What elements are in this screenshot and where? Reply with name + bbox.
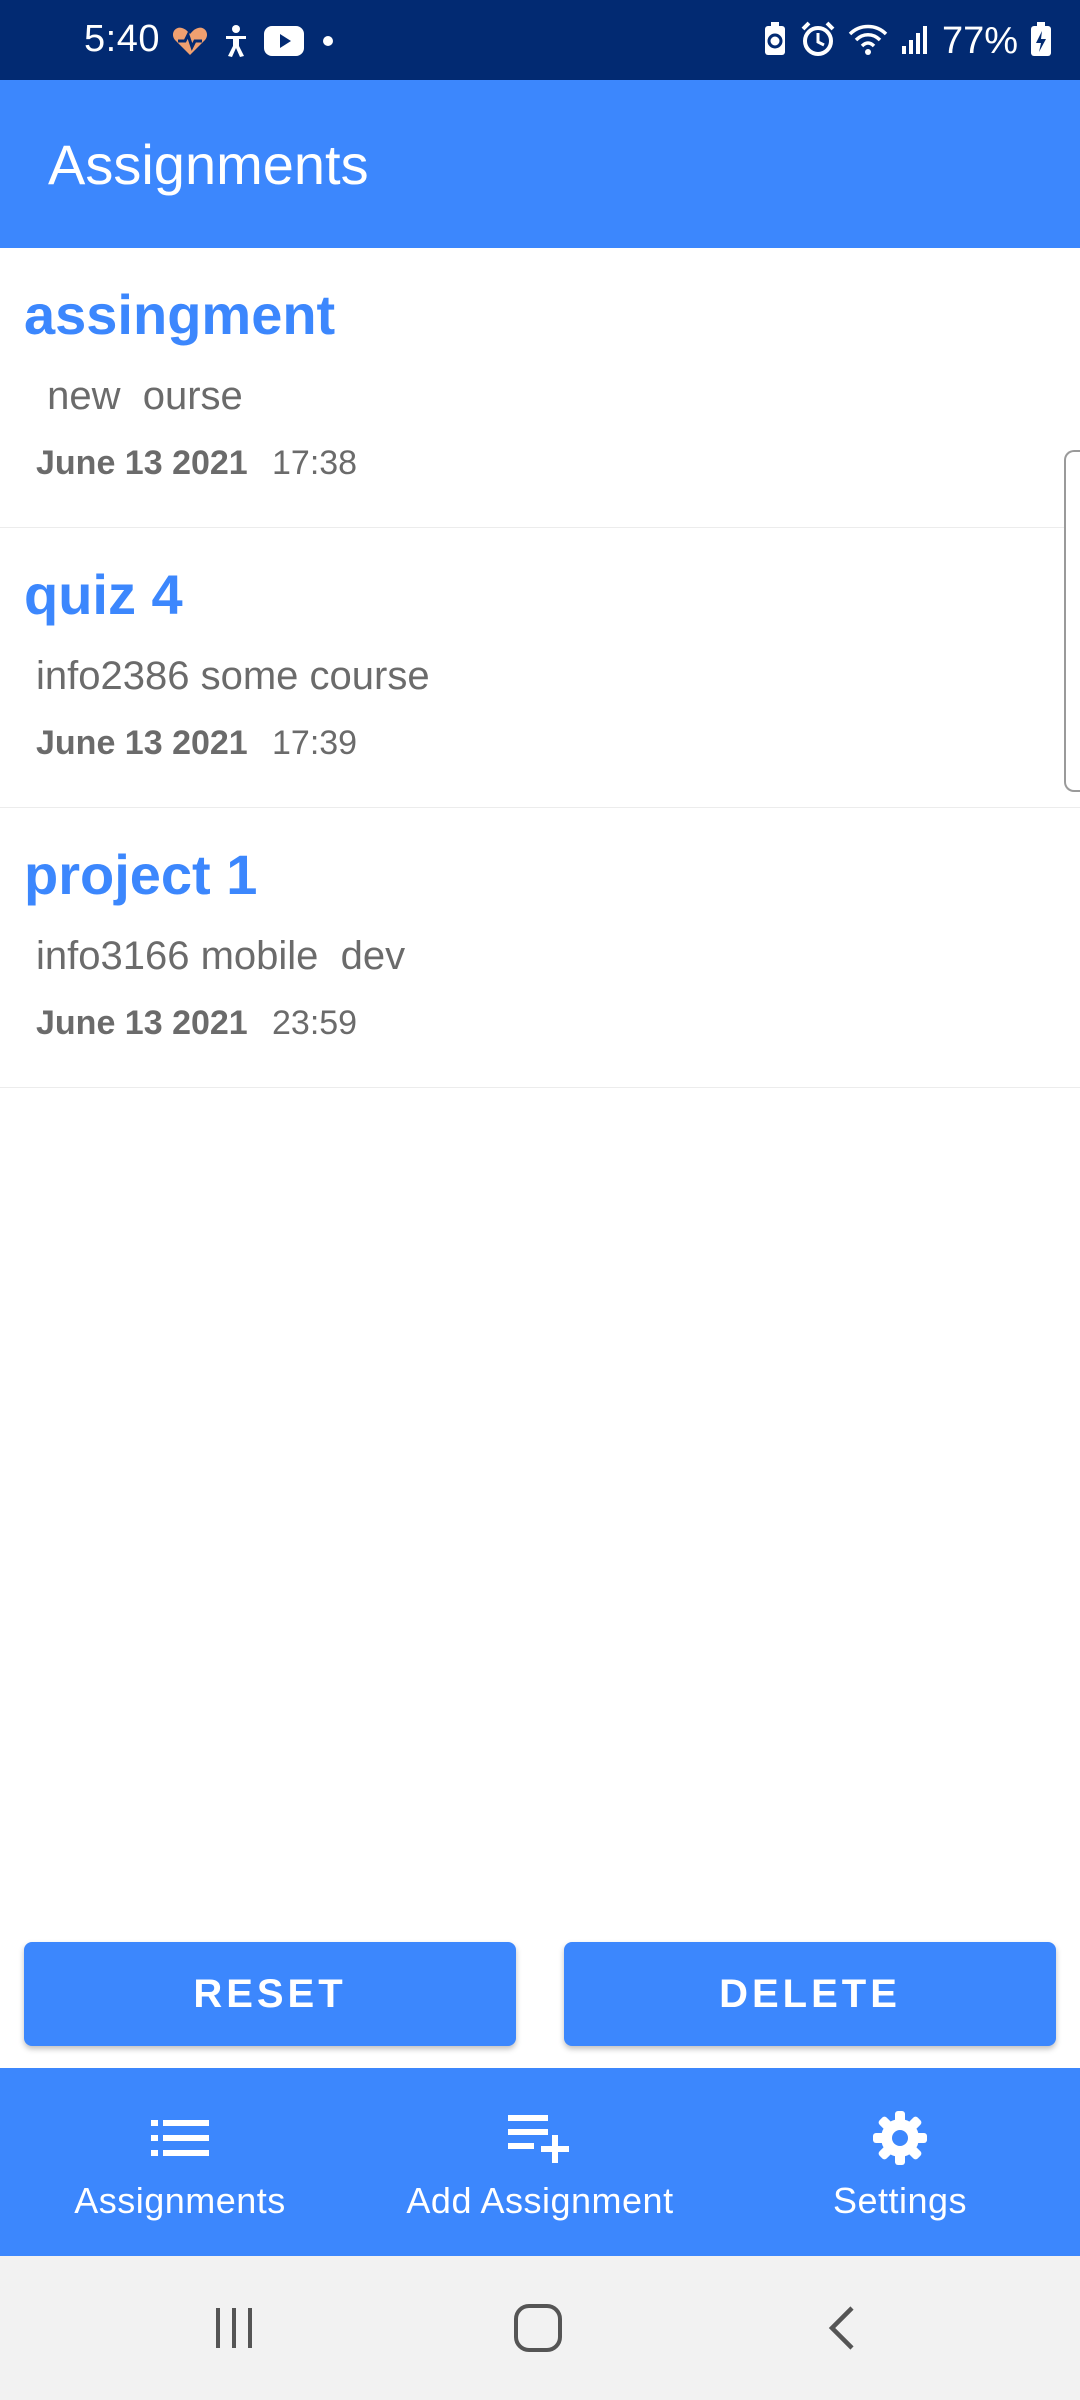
screen: 5:40 77% Assignments assingment new ours… [0, 0, 1080, 2400]
alarm-icon [800, 21, 836, 62]
status-left-icons [172, 24, 338, 63]
assignment-title: quiz 4 [24, 563, 183, 626]
page-title: Assignments [48, 133, 369, 196]
battery-saver-icon [762, 21, 788, 62]
system-nav-bar [0, 2256, 1080, 2400]
assignment-date: June 13 2021 [36, 724, 248, 762]
nav-label: Settings [832, 2180, 968, 2221]
assignment-list: assingment new ourse June 13 2021 17:38 … [0, 248, 1080, 1088]
assignment-title: project 1 [24, 843, 258, 906]
assignment-date: June 13 2021 [36, 444, 248, 482]
scroll-handle[interactable] [1064, 450, 1080, 792]
app-bar: Assignments [0, 80, 1080, 248]
recents-icon[interactable] [210, 2300, 262, 2361]
assignment-card[interactable]: quiz 4 info2386 some course June 13 2021… [0, 528, 1080, 808]
heart-rate-icon [172, 25, 208, 62]
nav-item-assignments[interactable]: Assignments [0, 2068, 360, 2256]
assignment-time: 23:59 [272, 1004, 358, 1042]
assignment-course: info3166 mobile dev [36, 934, 406, 978]
status-bar: 5:40 77% [0, 0, 1080, 80]
delete-button[interactable]: DELETE [564, 1942, 1056, 2046]
assignment-card[interactable]: project 1 info3166 mobile dev June 13 20… [0, 808, 1080, 1088]
reset-button[interactable]: RESET [24, 1942, 516, 2046]
accessibility-icon [222, 24, 250, 63]
list-icon [151, 2110, 209, 2166]
wifi-icon [848, 22, 888, 61]
assignment-time: 17:38 [272, 444, 358, 482]
assignment-time: 17:39 [272, 724, 358, 762]
nav-item-add-assignment[interactable]: Add Assignment [360, 2068, 720, 2256]
assignment-course: info2386 some course [36, 654, 430, 698]
assignment-course: new ourse [36, 374, 243, 418]
playlist-add-icon [508, 2110, 572, 2166]
assignment-title: assingment [24, 283, 336, 346]
battery-percentage: 77% [941, 20, 1018, 62]
assignment-date: June 13 2021 [36, 1004, 248, 1042]
assignment-card[interactable]: assingment new ourse June 13 2021 17:38 [0, 248, 1080, 528]
back-icon[interactable] [822, 2300, 862, 2361]
status-right: 77% [762, 20, 1052, 63]
battery-charging-icon [1030, 21, 1052, 62]
bottom-nav: Assignments Add Assignment Settings [0, 2068, 1080, 2256]
home-icon[interactable] [512, 2300, 568, 2361]
signal-icon [900, 24, 930, 59]
nav-label: Add Assignment [406, 2180, 674, 2221]
nav-label: Assignments [74, 2180, 286, 2221]
youtube-icon [264, 26, 304, 61]
dot-icon [318, 31, 338, 56]
gear-icon [871, 2110, 929, 2166]
nav-item-settings[interactable]: Settings [720, 2068, 1080, 2256]
status-time: 5:40 [84, 18, 160, 60]
